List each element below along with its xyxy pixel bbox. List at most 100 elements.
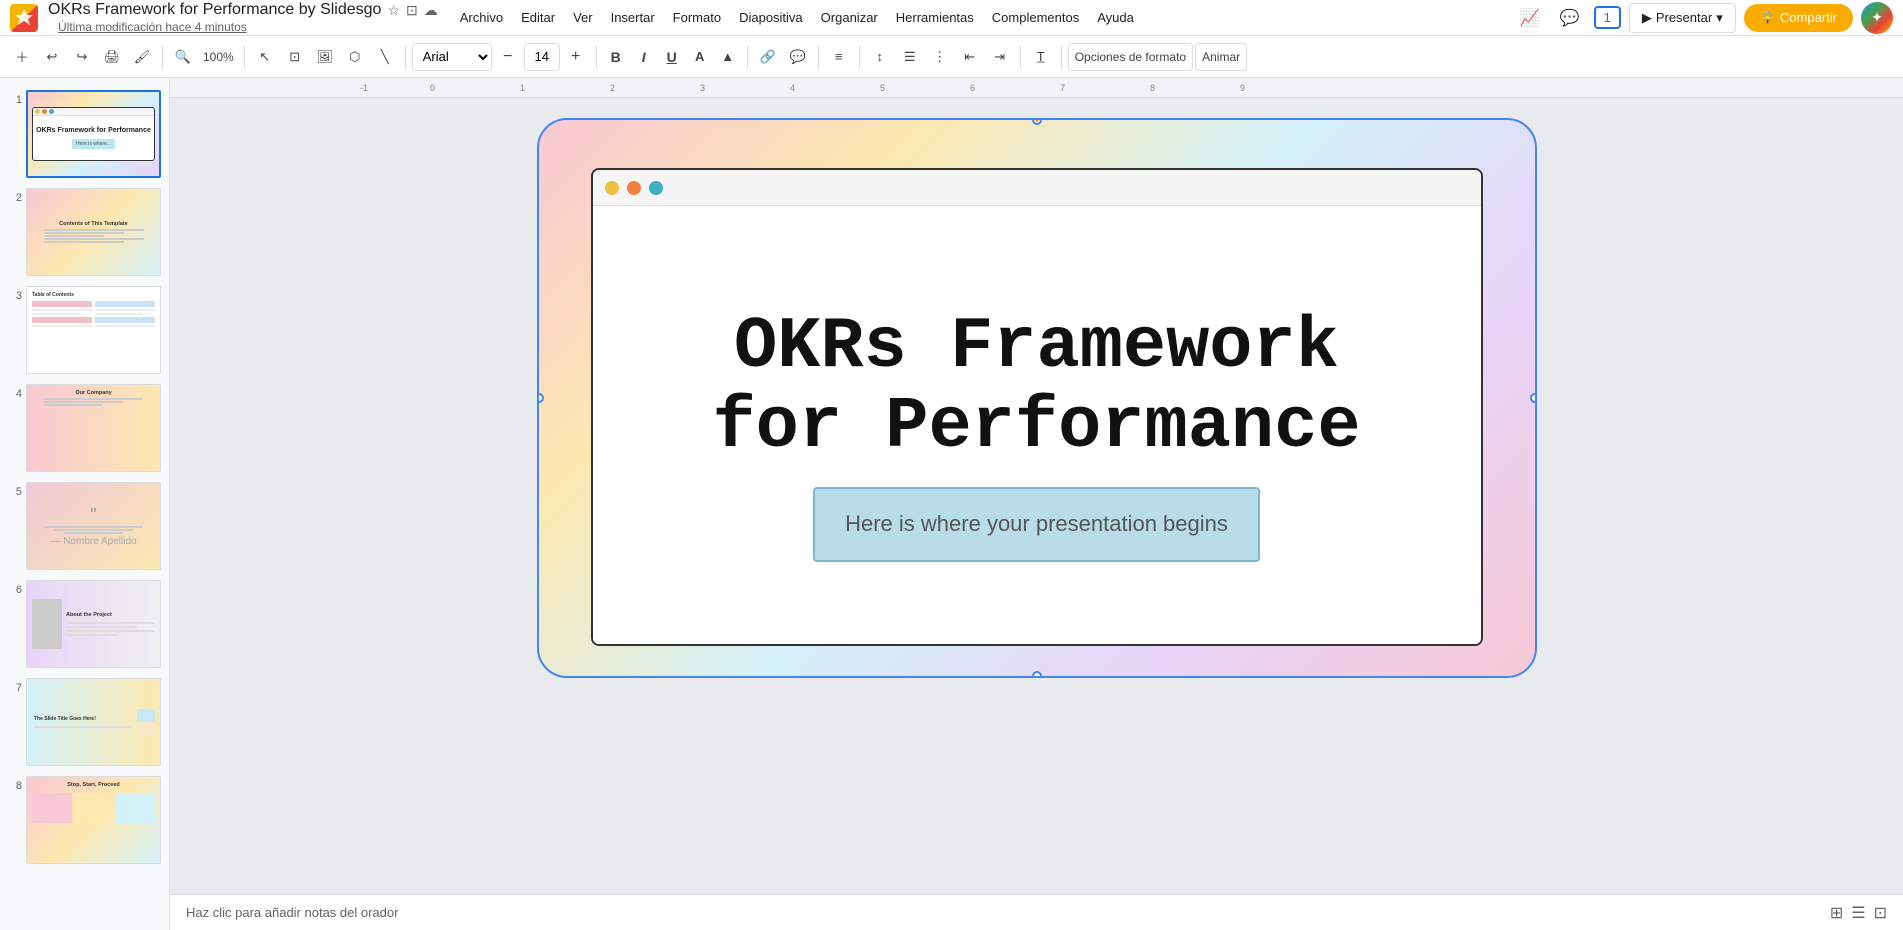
menu-formato[interactable]: Formato (665, 6, 729, 29)
paint-format-button[interactable]: 🖌 (128, 43, 156, 71)
slide-num-3: 3 (8, 290, 22, 302)
handle-bc[interactable] (1032, 671, 1042, 678)
bulleted-list-button[interactable]: ☰ (896, 43, 924, 71)
browser-mockup: OKRs Framework for Performance Here is w… (591, 168, 1483, 646)
zoom-fit-icon[interactable]: ⊡ (1874, 903, 1887, 923)
slide-preview-3: Table of Contents (26, 286, 161, 374)
present-button[interactable]: ▶ Presentar ▾ (1629, 3, 1736, 33)
divider-5 (747, 45, 748, 69)
slide-thumbnail-3[interactable]: 3 Table of Contents (6, 284, 163, 376)
slide-thumbnail-1[interactable]: 1 OKRs Framework for Performance (6, 88, 163, 180)
italic-button[interactable]: I (631, 44, 657, 70)
slide-thumbnail-6[interactable]: 6 About the Project (6, 578, 163, 670)
analytics-icon[interactable]: 📈 (1514, 2, 1546, 34)
image-tool[interactable]: 🖼 (311, 43, 339, 71)
slide-num-1: 1 (8, 94, 22, 106)
presentation-begins-box[interactable]: Here is where your presentation begins (813, 487, 1260, 562)
slide-canvas-area[interactable]: OKRs Framework for Performance Here is w… (170, 98, 1903, 894)
slide-thumbnail-8[interactable]: 8 Stop, Start, Proceed (6, 774, 163, 866)
slide-num-5: 5 (8, 486, 22, 498)
list-view-icon[interactable]: ☰ (1851, 903, 1865, 923)
animate-button[interactable]: Animar (1195, 43, 1247, 71)
slide-thumbnail-5[interactable]: 5 " — Nombre Apellido (6, 480, 163, 572)
line-tool[interactable]: ╲ (371, 43, 399, 71)
cloud-icon[interactable]: ☁ (424, 2, 438, 19)
zoom-out-button[interactable]: 🔍 (169, 43, 197, 71)
divider-8 (1020, 45, 1021, 69)
highlight-button[interactable]: ▲ (715, 44, 741, 70)
indent-decrease-button[interactable]: ⇤ (956, 43, 984, 71)
comments-icon[interactable]: 💬 (1554, 2, 1586, 34)
slide-preview-8: Stop, Start, Proceed (26, 776, 161, 864)
menu-bar: OKRs Framework for Performance by Slides… (0, 0, 1903, 36)
browser-dot-3 (649, 181, 663, 195)
font-selector[interactable]: Arial (412, 43, 492, 71)
browser-dot-2 (627, 181, 641, 195)
browser-dot-1 (605, 181, 619, 195)
divider-6 (818, 45, 819, 69)
last-modified-text[interactable]: Última modificación hace 4 minutos (58, 20, 247, 34)
grid-view-icon[interactable]: ⊞ (1830, 903, 1843, 923)
divider-3 (405, 45, 406, 69)
menu-ver[interactable]: Ver (565, 6, 601, 29)
slide-num-4: 4 (8, 388, 22, 400)
zoom-level[interactable]: 100% (199, 43, 238, 71)
clear-format-button[interactable]: T̲ (1027, 43, 1055, 71)
slide-thumbnail-2[interactable]: 2 Contents of This Template (6, 186, 163, 278)
share-button[interactable]: 🔒 Compartir (1744, 4, 1853, 32)
font-size-up[interactable]: + (562, 43, 590, 71)
main-slide[interactable]: OKRs Framework for Performance Here is w… (537, 118, 1537, 678)
handle-ml[interactable] (537, 393, 544, 403)
menu-editar[interactable]: Editar (513, 6, 563, 29)
menu-herramientas[interactable]: Herramientas (888, 6, 982, 29)
menu-diapositiva[interactable]: Diapositiva (731, 6, 811, 29)
browser-content[interactable]: OKRs Framework for Performance Here is w… (593, 206, 1481, 644)
menu-ayuda[interactable]: Ayuda (1089, 6, 1142, 29)
format-options-button[interactable]: Opciones de formato (1068, 43, 1193, 71)
shapes-tool[interactable]: ⬡ (341, 43, 369, 71)
undo-button[interactable]: ↩ (38, 43, 66, 71)
menu-items: Archivo Editar Ver Insertar Formato Diap… (452, 6, 1142, 29)
text-box-tool[interactable]: ⊡ (281, 43, 309, 71)
bold-button[interactable]: B (603, 44, 629, 70)
handle-br[interactable] (1530, 671, 1537, 678)
text-color-button[interactable]: A (687, 44, 713, 70)
indent-increase-button[interactable]: ⇥ (986, 43, 1014, 71)
star-icon[interactable]: ☆ (387, 2, 400, 19)
font-size-down[interactable]: − (494, 43, 522, 71)
folder-icon[interactable]: ⊡ (406, 2, 418, 19)
handle-tl[interactable] (537, 118, 544, 125)
add-button[interactable]: ＋ (8, 43, 36, 71)
comment-button[interactable]: 💬 (784, 43, 812, 71)
menu-organizar[interactable]: Organizar (813, 6, 886, 29)
slide-preview-6: About the Project (26, 580, 161, 668)
text-align-button[interactable]: ≡ (825, 43, 853, 71)
menu-archivo[interactable]: Archivo (452, 6, 511, 29)
print-button[interactable]: 🖨 (98, 43, 126, 71)
link-button[interactable]: 🔗 (754, 43, 782, 71)
underline-button[interactable]: U (659, 44, 685, 70)
handle-mr[interactable] (1530, 393, 1537, 403)
slides-panel: 1 OKRs Framework for Performance (0, 78, 170, 930)
slide-counter[interactable]: 1 (1594, 6, 1621, 29)
handle-bl[interactable] (537, 671, 544, 678)
select-tool[interactable]: ↖ (251, 43, 279, 71)
slide-thumbnail-4[interactable]: 4 Our Company (6, 382, 163, 474)
font-size-input[interactable] (524, 43, 560, 71)
notes-hint[interactable]: Haz clic para añadir notas del orador (186, 905, 398, 920)
slide-preview-1: OKRs Framework for Performance Here is w… (26, 90, 161, 178)
numbered-list-button[interactable]: ⋮ (926, 43, 954, 71)
menu-complementos[interactable]: Complementos (984, 6, 1087, 29)
slide-main-title[interactable]: OKRs Framework for Performance (672, 288, 1400, 476)
redo-button[interactable]: ↪ (68, 43, 96, 71)
ruler: -1 0 1 2 3 4 5 6 7 8 9 (170, 78, 1903, 98)
handle-tr[interactable] (1530, 118, 1537, 125)
presentation-begins-text[interactable]: Here is where your presentation begins (845, 509, 1228, 540)
line-spacing-button[interactable]: ↕ (866, 43, 894, 71)
divider-1 (162, 45, 163, 69)
gemini-button[interactable]: ✦ (1861, 2, 1893, 34)
document-title[interactable]: OKRs Framework for Performance by Slides… (48, 1, 381, 19)
header-right: 📈 💬 1 ▶ Presentar ▾ 🔒 Compartir ✦ (1514, 2, 1893, 34)
menu-insertar[interactable]: Insertar (603, 6, 663, 29)
slide-thumbnail-7[interactable]: 7 The Slide Title Goes Here! (6, 676, 163, 768)
